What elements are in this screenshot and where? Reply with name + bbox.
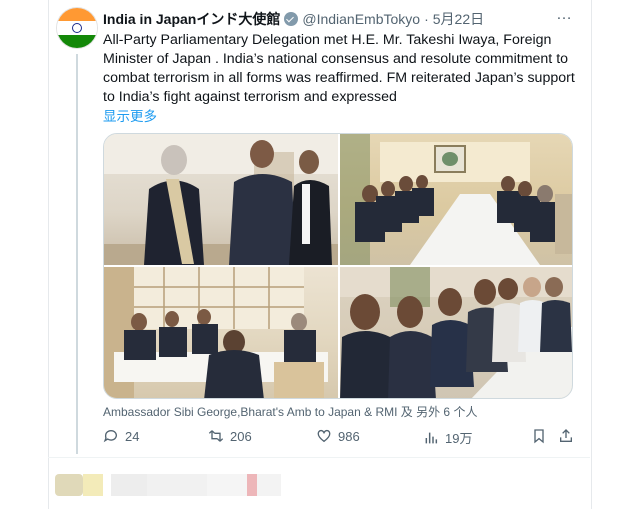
tweet-divider [48, 457, 590, 458]
tweet-header: India in Japanインド大使館 @IndianEmbTokyo · 5… [103, 9, 484, 29]
share-button[interactable] [558, 428, 574, 444]
views-button[interactable]: 19万 [423, 428, 472, 447]
views-icon [425, 432, 438, 443]
media-grid[interactable] [103, 133, 573, 399]
more-icon[interactable]: … [556, 6, 573, 24]
photo-2[interactable] [340, 134, 572, 265]
retweet-count: 206 [230, 428, 252, 444]
tweet-text: All-Party Parliamentary Delegation met H… [103, 32, 575, 105]
bookmark-icon [534, 429, 544, 444]
like-button[interactable]: 986 [316, 428, 360, 444]
media-caption[interactable]: Ambassador Sibi George,Bharat's Amb to J… [103, 403, 477, 420]
reply-icon [103, 430, 117, 443]
tweet-date[interactable]: 5月22日 [433, 9, 484, 29]
next-tweet-blurred [55, 466, 281, 506]
photo-4[interactable] [340, 267, 572, 398]
photo-1[interactable] [104, 134, 338, 265]
bookmark-button[interactable] [531, 428, 547, 444]
action-bar: 24 206 986 19万 [103, 428, 573, 448]
views-count: 19万 [445, 431, 473, 446]
retweet-icon [208, 430, 224, 442]
like-count: 986 [338, 428, 360, 444]
photo-3[interactable] [104, 267, 338, 398]
like-icon [317, 429, 331, 443]
verified-badge-icon [284, 12, 299, 26]
reply-count: 24 [125, 428, 140, 444]
reply-button[interactable]: 24 [103, 428, 139, 444]
thread-line [76, 54, 78, 454]
show-more-link[interactable]: 显示更多 [103, 105, 157, 125]
avatar[interactable] [57, 8, 97, 48]
retweet-button[interactable]: 206 [208, 428, 252, 444]
separator: · [424, 11, 429, 27]
author-name[interactable]: India in Japanインド大使館 [103, 9, 280, 29]
share-icon [560, 429, 572, 442]
author-handle[interactable]: @IndianEmbTokyo [302, 11, 420, 27]
